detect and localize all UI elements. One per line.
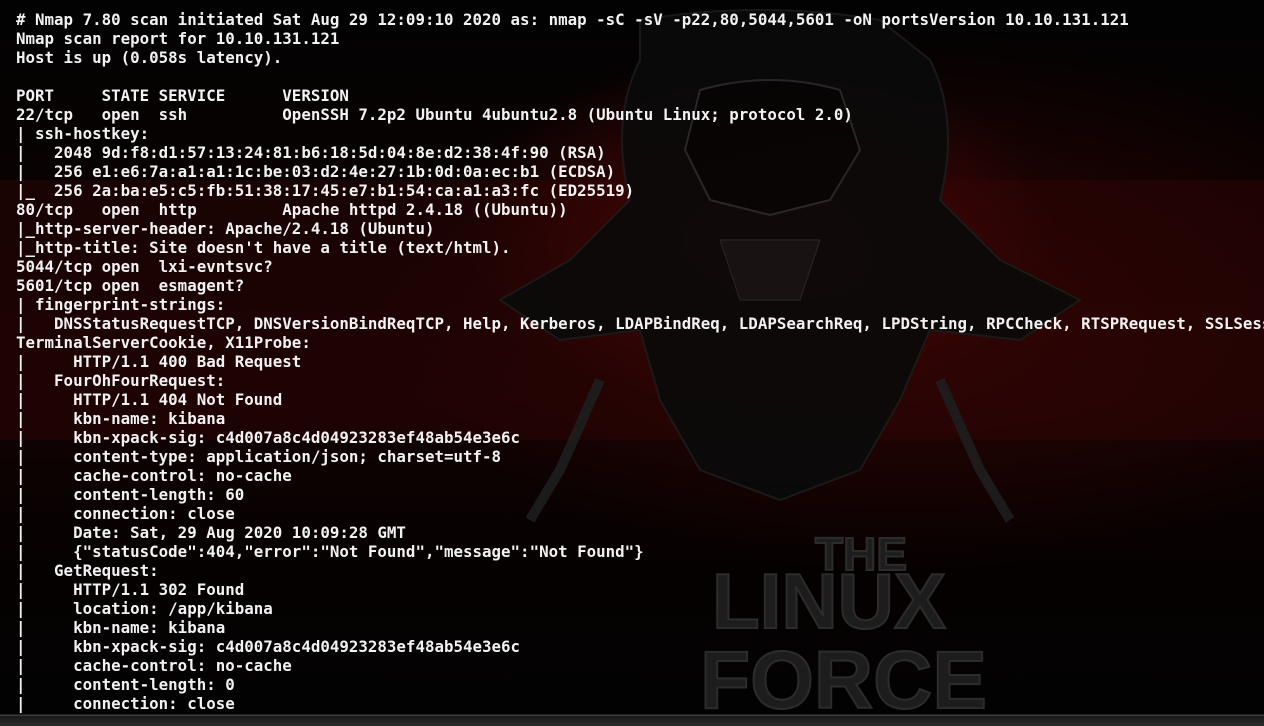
terminal-line: | cache-control: no-cache	[16, 656, 292, 675]
terminal-line: | kbn-xpack-sig: c4d007a8c4d04923283ef48…	[16, 428, 521, 447]
terminal-line: | kbn-xpack-sig: c4d007a8c4d04923283ef48…	[16, 637, 521, 656]
terminal-line: | 2048 9d:f8:d1:57:13:24:81:b6:18:5d:04:…	[16, 143, 606, 162]
terminal-line: 80/tcp open http Apache httpd 2.4.18 ((U…	[16, 200, 568, 219]
terminal-line: | HTTP/1.1 404 Not Found	[16, 390, 283, 409]
terminal-line: | 256 e1:e6:7a:a1:a1:1c:be:03:d2:4e:27:1…	[16, 162, 616, 181]
terminal-line: | Date: Sat, 29 Aug 2020 10:09:28 GMT	[16, 523, 406, 542]
terminal-line: | HTTP/1.1 302 Found	[16, 580, 245, 599]
terminal-line: |_http-title: Site doesn't have a title …	[16, 238, 511, 257]
terminal-line: |_ 256 2a:ba:e5:c5:fb:51:38:17:45:e7:b1:…	[16, 181, 635, 200]
terminal-line: 5044/tcp open lxi-evntsvc?	[16, 257, 273, 276]
terminal-line: | {"statusCode":404,"error":"Not Found",…	[16, 542, 644, 561]
terminal-line: |_http-server-header: Apache/2.4.18 (Ubu…	[16, 219, 435, 238]
terminal-line: Host is up (0.058s latency).	[16, 48, 283, 67]
terminal-window[interactable]: THE LINUX FORCE # Nmap 7.80 scan initiat…	[0, 0, 1264, 726]
terminal-line: # Nmap 7.80 scan initiated Sat Aug 29 12…	[16, 10, 1129, 29]
terminal-line: | connection: close	[16, 504, 235, 523]
terminal-output[interactable]: # Nmap 7.80 scan initiated Sat Aug 29 12…	[16, 10, 1264, 713]
terminal-line: | kbn-name: kibana	[16, 618, 226, 637]
terminal-line: | ssh-hostkey:	[16, 124, 150, 143]
terminal-line: | cache-control: no-cache	[16, 466, 292, 485]
terminal-line: | DNSStatusRequestTCP, DNSVersionBindReq…	[16, 314, 1264, 333]
terminal-line: PORT STATE SERVICE VERSION	[16, 86, 349, 105]
terminal-line: TerminalServerCookie, X11Probe:	[16, 333, 311, 352]
terminal-line: | content-length: 60	[16, 485, 245, 504]
terminal-line: | HTTP/1.1 400 Bad Request	[16, 352, 302, 371]
terminal-line: | content-type: application/json; charse…	[16, 447, 502, 466]
terminal-line: | content-length: 0	[16, 675, 235, 694]
terminal-line: | GetRequest:	[16, 561, 159, 580]
terminal-line: 22/tcp open ssh OpenSSH 7.2p2 Ubuntu 4ub…	[16, 105, 853, 124]
terminal-line: | kbn-name: kibana	[16, 409, 226, 428]
terminal-scroll-edge[interactable]	[0, 715, 1264, 726]
terminal-line: | FourOhFourRequest:	[16, 371, 226, 390]
terminal-line: | location: /app/kibana	[16, 599, 273, 618]
terminal-line: 5601/tcp open esmagent?	[16, 276, 245, 295]
terminal-line: Nmap scan report for 10.10.131.121	[16, 29, 340, 48]
terminal-line: | connection: close	[16, 694, 235, 713]
terminal-line: | fingerprint-strings:	[16, 295, 226, 314]
